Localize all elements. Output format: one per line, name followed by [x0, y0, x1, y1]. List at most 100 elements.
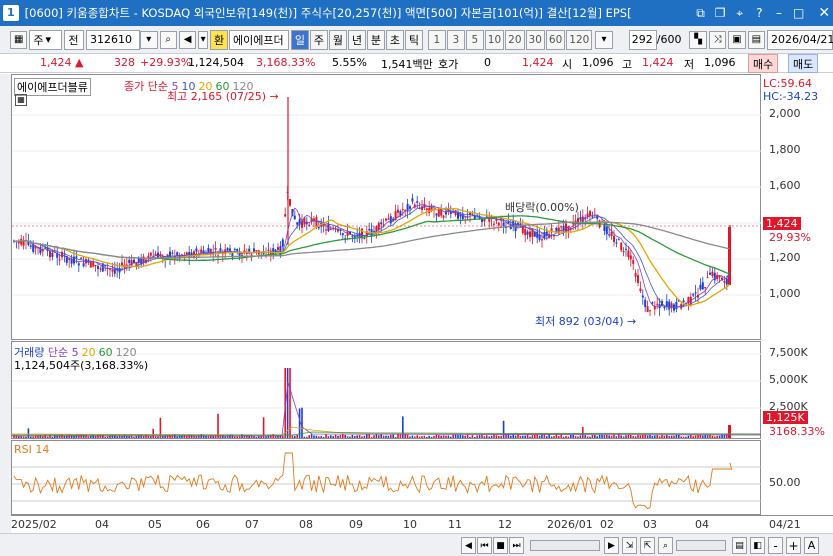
volume-bar	[243, 435, 246, 438]
screen-icon[interactable]: ◧	[750, 537, 765, 554]
chart-type-select[interactable]: 주 ▾	[29, 29, 63, 50]
volume-bar	[685, 436, 687, 438]
volume-bar	[253, 436, 255, 438]
candle	[51, 252, 54, 257]
volume-bar	[682, 436, 685, 438]
candle	[325, 229, 327, 231]
market-select[interactable]: 전	[64, 29, 84, 50]
exchange-button[interactable]: 환	[210, 29, 228, 50]
price-ytick: 2,000	[769, 107, 801, 120]
display-settings-icon[interactable]: ▚	[689, 30, 707, 49]
last-volume-bar	[728, 425, 731, 438]
price-chart-panel[interactable]: 에이에프더블류 종가 단순 5 10 20 60 120 ▦ 최고 2,165 (07/…	[11, 74, 762, 340]
volume-bar	[543, 434, 546, 438]
maximize-icon[interactable]: □	[790, 4, 808, 22]
volume-bar	[51, 436, 54, 438]
volume-bar	[550, 436, 553, 438]
turnover-rate: 5.55%	[332, 56, 367, 69]
tools-icon[interactable]: ▤	[732, 537, 747, 554]
volume-bar	[634, 436, 637, 438]
period-button[interactable]: 주	[309, 29, 328, 50]
scroll-start-icon[interactable]: ◀	[461, 537, 476, 554]
period-button[interactable]: 월	[328, 29, 347, 50]
expand-icon[interactable]: ⇱	[640, 537, 655, 554]
zoom-in-button[interactable]: +	[786, 537, 801, 554]
price-change-pct: +29.93%	[140, 56, 192, 69]
period-button[interactable]: 초	[385, 29, 404, 50]
zoom-out-button[interactable]: -	[768, 537, 783, 554]
code-dropdown-icon[interactable]: ▾	[140, 30, 158, 49]
minimize-icon[interactable]: –	[770, 4, 788, 22]
volume-value: 1,124,504	[188, 56, 244, 69]
x-axis-label: 2026/01	[547, 518, 593, 531]
period-button[interactable]: 분	[366, 29, 385, 50]
stock-name-field[interactable]: 에이에프더	[229, 29, 289, 50]
volume-bar	[430, 436, 433, 438]
candle	[637, 275, 639, 283]
interval-button[interactable]: 3	[446, 29, 465, 50]
window-restore-icon[interactable]: ❐	[711, 4, 729, 22]
data-count-input[interactable]: 292	[628, 29, 657, 50]
scroll-prev-icon[interactable]: ⏮	[477, 537, 492, 554]
volume-chart-panel[interactable]: 거래량 단순 5 20 60 120 1,124,504주(3,168.33%)	[11, 341, 762, 439]
scroll-next-icon[interactable]: ⏭	[509, 537, 524, 554]
search-icon[interactable]: ⌕	[159, 30, 177, 49]
compress-icon[interactable]: ⇲	[622, 537, 637, 554]
view-all-button[interactable]: A	[804, 537, 819, 554]
candle	[632, 260, 635, 264]
interval-button[interactable]: 10	[484, 29, 505, 50]
volume-bar	[692, 436, 694, 438]
candle	[615, 242, 618, 244]
interval-settings-icon[interactable]: ▾	[595, 30, 613, 49]
volume-bar	[370, 436, 373, 438]
window-pin-icon[interactable]: ⌖	[731, 4, 749, 22]
volume-bar	[236, 436, 238, 438]
scroll-right-icon[interactable]: ▶	[604, 537, 619, 554]
stop-icon[interactable]: ■	[493, 537, 508, 554]
help-icon[interactable]: ?	[751, 4, 769, 22]
indicator-icon[interactable]: ⤨	[708, 30, 727, 49]
ma-line-5	[13, 204, 730, 309]
interval-button[interactable]: 1	[427, 29, 446, 50]
candle	[128, 259, 131, 264]
candle	[89, 261, 92, 268]
volume-bar	[654, 435, 656, 438]
close-icon[interactable]: ✕	[815, 4, 833, 22]
sell-button[interactable]: 매도	[788, 54, 819, 73]
zoom-track[interactable]	[676, 540, 726, 551]
rsi-line	[13, 452, 733, 510]
interval-button[interactable]: 120	[566, 29, 593, 50]
window-number-badge: 1	[3, 5, 19, 21]
zoom-icon[interactable]: ⌕	[658, 537, 673, 554]
volume-bar	[622, 436, 625, 438]
layout-icon[interactable]: ▦	[10, 30, 28, 49]
interval-button[interactable]: 60	[545, 29, 566, 50]
grid-toggle-icon[interactable]: ▦	[15, 94, 27, 106]
calendar-icon[interactable]: ▤	[747, 30, 765, 49]
title-bar: 1 [0600] 키움종합차트 - KOSDAQ 외국인보유[149(천)] 주…	[0, 0, 833, 26]
volume-bar	[265, 436, 267, 438]
scroll-track[interactable]	[530, 540, 600, 551]
candle	[589, 211, 591, 216]
volume-bar	[474, 436, 476, 438]
period-button[interactable]: 년	[347, 29, 366, 50]
window-link-icon[interactable]: ⧉	[692, 4, 710, 22]
interval-button[interactable]: 5	[465, 29, 484, 50]
rsi-chart-panel[interactable]: RSI 14	[11, 440, 762, 515]
sound-icon[interactable]: ◀	[178, 30, 197, 49]
candle	[377, 222, 380, 230]
volume-bar	[639, 435, 642, 438]
volume-bar	[632, 436, 634, 438]
period-button[interactable]: 틱	[404, 29, 423, 50]
sound-dropdown-icon[interactable]: ▾	[198, 30, 208, 49]
stock-code-input[interactable]: 312610	[85, 29, 141, 50]
save-icon[interactable]: ▣	[728, 30, 746, 49]
buy-button[interactable]: 매수	[748, 54, 779, 73]
date-input[interactable]: 2026/04/21	[767, 29, 833, 50]
interval-button[interactable]: 30	[525, 29, 545, 50]
candle	[82, 263, 85, 267]
interval-button[interactable]: 20	[505, 29, 525, 50]
volume-bar	[404, 434, 406, 438]
open-label: 시	[562, 58, 573, 71]
period-button[interactable]: 일	[290, 29, 309, 50]
